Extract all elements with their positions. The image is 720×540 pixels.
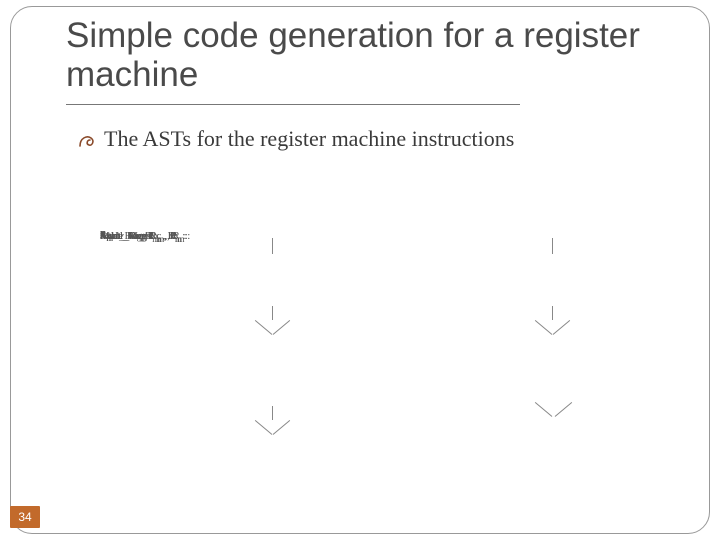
node-right: Rn [100, 230, 111, 243]
tree-edge [255, 320, 272, 335]
swirl-icon [78, 133, 98, 149]
title-underline [66, 104, 520, 105]
bullet-text: The ASTs for the register machine instru… [104, 126, 514, 151]
bullet-line: The ASTs for the register machine instru… [78, 126, 680, 152]
tree-edge [535, 402, 552, 417]
slide-title: Simple code generation for a register ma… [66, 16, 680, 94]
tree-edge [553, 320, 570, 335]
tree-edge [555, 402, 572, 417]
label-store-reg: Store_Reg Rn , x: [100, 230, 178, 244]
tree-edge [272, 306, 273, 320]
tree-edge [272, 238, 273, 254]
diagram-area: Load_Const c , Rn : Rn c Load_Mem x , Rn… [100, 230, 660, 520]
tree-edge [255, 420, 272, 435]
page-number-badge: 34 [10, 506, 40, 528]
tree-edge [552, 238, 553, 254]
tree-edge [273, 320, 290, 335]
tree-edge [273, 420, 290, 435]
tree-edge [272, 406, 273, 420]
tree-edge [535, 320, 552, 335]
tree-edge [552, 306, 553, 320]
